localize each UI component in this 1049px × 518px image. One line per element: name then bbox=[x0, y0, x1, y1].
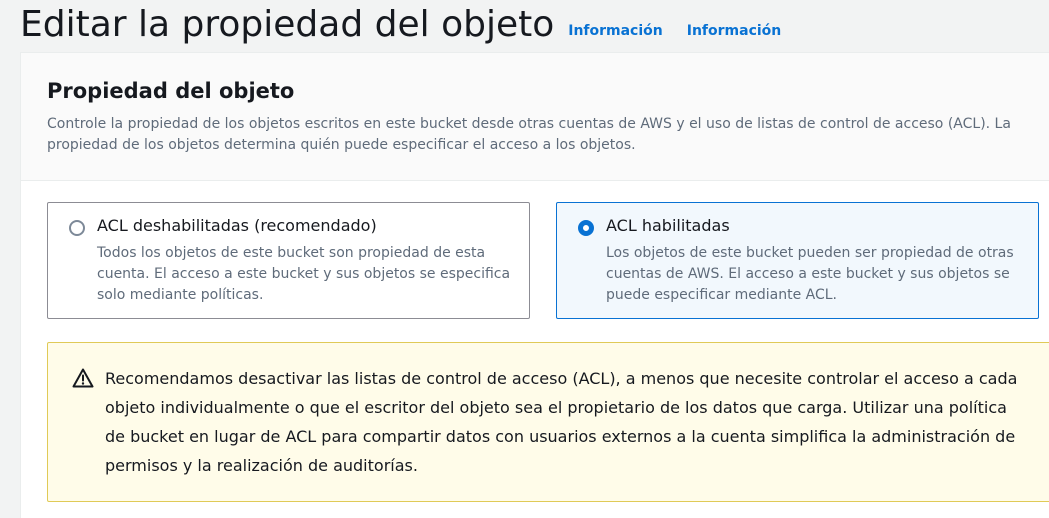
acl-disabled-radio[interactable] bbox=[69, 220, 85, 236]
panel-header: Propiedad del objeto Controle la propied… bbox=[21, 53, 1049, 181]
warning-icon bbox=[72, 368, 94, 388]
info-link-secondary[interactable]: Información bbox=[687, 23, 782, 39]
warning-alert: Recomendamos desactivar las listas de co… bbox=[47, 342, 1049, 502]
acl-enabled-description: Los objetos de este bucket pueden ser pr… bbox=[606, 245, 1014, 303]
acl-disabled-option[interactable]: ACL deshabilitadas (recomendado) Todos l… bbox=[47, 202, 530, 319]
acl-enabled-option[interactable]: ACL habilitadas Los objetos de este buck… bbox=[556, 202, 1039, 319]
object-ownership-panel: Propiedad del objeto Controle la propied… bbox=[20, 52, 1049, 518]
section-description: Controle la propiedad de los objetos esc… bbox=[47, 116, 1011, 153]
acl-enabled-label: ACL habilitadas bbox=[606, 216, 730, 235]
acl-enabled-radio[interactable] bbox=[578, 220, 594, 236]
warning-text: Recomendamos desactivar las listas de co… bbox=[105, 369, 1018, 475]
info-link[interactable]: Información bbox=[568, 23, 663, 39]
section-title: Propiedad del objeto bbox=[47, 79, 295, 103]
acl-disabled-label: ACL deshabilitadas (recomendado) bbox=[97, 216, 377, 235]
page-header: Editar la propiedad del objeto Informaci… bbox=[20, 0, 781, 50]
acl-disabled-description: Todos los objetos de este bucket son pro… bbox=[97, 245, 511, 303]
page-title: Editar la propiedad del objeto bbox=[20, 4, 555, 45]
